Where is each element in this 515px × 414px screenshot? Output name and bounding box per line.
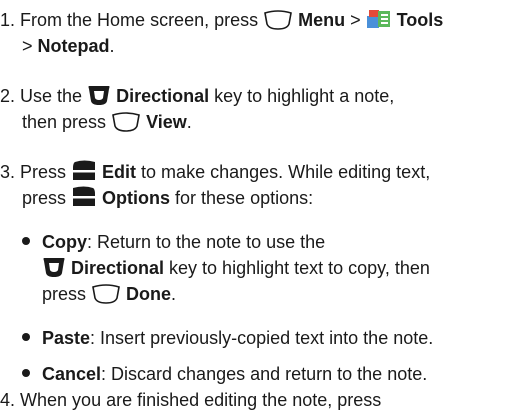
step-2-text: Use the (20, 86, 88, 106)
bullet-copy-line-3: press Done. (42, 282, 176, 306)
step-1-line2-suffix: . (109, 36, 115, 56)
notepad-label: Notepad (37, 36, 110, 56)
copy-term: Copy (42, 232, 87, 252)
step-2-number: 2. (0, 86, 16, 106)
paste-term: Paste (42, 328, 91, 348)
center-select-key-icon (91, 284, 121, 304)
edit-label: Edit (102, 162, 137, 182)
cancel-term: Cancel (42, 364, 102, 384)
paste-text: : Insert previously-copied text into the… (90, 328, 434, 348)
bullet-copy-line-1: Copy: Return to the note to use the (22, 230, 325, 254)
step-2-line2-suffix: . (186, 112, 192, 132)
right-soft-key-icon (71, 186, 97, 208)
step-2-text-end: key to highlight a note, (209, 86, 395, 106)
copy-text-4: . (171, 284, 177, 304)
directional-key-icon (87, 84, 111, 106)
step-3-text-end: to make changes. While editing text, (136, 162, 431, 182)
step-1-line2-prefix: > (22, 36, 38, 56)
tools-label: Tools (396, 10, 444, 30)
step-4-line-1: 4. When you are finished editing the not… (0, 388, 381, 412)
step-1-line-1: 1. From the Home screen, press Menu > To… (0, 8, 443, 32)
menu-label: Menu (298, 10, 346, 30)
center-select-key-icon (111, 112, 141, 132)
copy-text-3: press (42, 284, 92, 304)
step-3-line2-suffix: for these options: (170, 188, 314, 208)
directional-key-icon (42, 256, 66, 278)
bullet-paste: Paste: Insert previously-copied text int… (22, 326, 433, 350)
options-label: Options (102, 188, 171, 208)
step-3-number: 3. (0, 162, 16, 182)
done-label: Done (126, 284, 172, 304)
step-3-line-1: 3. Press Edit to make changes. While edi… (0, 160, 430, 184)
bullet-dot (22, 369, 30, 377)
bullet-copy-line-2: Directional key to highlight text to cop… (42, 256, 430, 280)
step-1-text: From the Home screen, press (20, 10, 264, 30)
view-label: View (146, 112, 187, 132)
copy-text-2: key to highlight text to copy, then (164, 258, 430, 278)
step-3-text: Press (20, 162, 72, 182)
bullet-cancel: Cancel: Discard changes and return to th… (22, 362, 427, 386)
step-2-line-1: 2. Use the Directional key to highlight … (0, 84, 394, 108)
left-soft-key-icon (71, 160, 97, 182)
step-2-line-2: then press View. (22, 110, 192, 134)
center-select-key-icon (263, 10, 293, 30)
step-4-number: 4. (0, 390, 16, 410)
directional-label: Directional (116, 86, 210, 106)
cancel-text: : Discard changes and return to the note… (101, 364, 428, 384)
directional-label: Directional (71, 258, 165, 278)
step-1-line-2: > Notepad. (22, 34, 115, 58)
step-3-line-2: press Options for these options: (22, 186, 313, 210)
copy-text-1: : Return to the note to use the (87, 232, 326, 252)
step-3-line2-prefix: press (22, 188, 72, 208)
step-4-text: When you are finished editing the note, … (20, 390, 382, 410)
bullet-dot (22, 333, 30, 341)
step-1-number: 1. (0, 10, 16, 30)
step-1-separator: > (345, 10, 366, 30)
tools-app-icon (366, 8, 392, 30)
bullet-dot (22, 237, 30, 245)
step-2-line2-prefix: then press (22, 112, 112, 132)
